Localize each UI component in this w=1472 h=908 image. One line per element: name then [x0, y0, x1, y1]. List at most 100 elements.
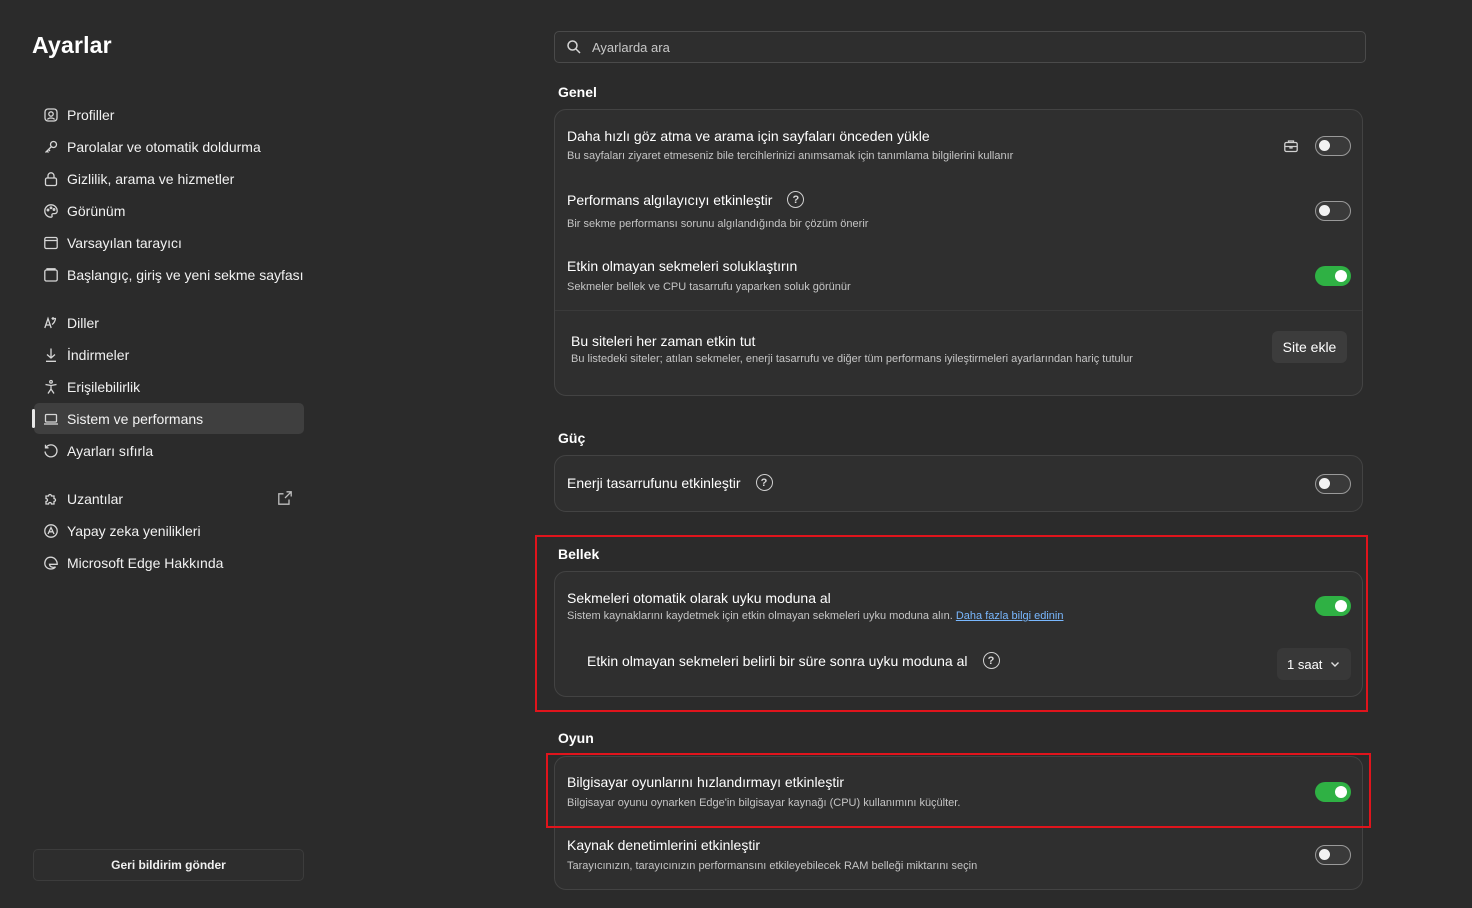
- sidebar: Ayarlar Profiller Parolalar ve otomatik …: [0, 0, 320, 908]
- toggle-knob: [1319, 849, 1330, 860]
- fade-tabs-title: Etkin olmayan sekmeleri soluklaştırın: [567, 258, 798, 274]
- sleep-after-value: 1 saat: [1287, 656, 1323, 672]
- sleep-after-title: Etkin olmayan sekmeleri belirli bir süre…: [587, 652, 968, 669]
- preload-title: Daha hızlı göz atma ve arama için sayfal…: [567, 128, 930, 144]
- sidebar-item-privacy[interactable]: Gizlilik, arama ve hizmetler: [34, 163, 304, 194]
- energy-saver-row-title: Enerji tasarrufunu etkinleştir ?: [567, 474, 773, 491]
- perf-detector-title: Performans algılayıcıyı etkinleştir: [567, 191, 773, 208]
- sidebar-item-about[interactable]: Microsoft Edge Hakkında: [34, 547, 304, 578]
- section-title-gaming: Oyun: [558, 730, 594, 746]
- sidebar-item-downloads[interactable]: İndirmeler: [34, 339, 304, 370]
- send-feedback-button[interactable]: Geri bildirim gönder: [33, 849, 304, 881]
- key-icon: [42, 138, 60, 156]
- edge-icon: [42, 554, 60, 572]
- sidebar-item-startup[interactable]: Başlangıç, giriş ve yeni sekme sayfası: [34, 259, 304, 290]
- section-title-general: Genel: [558, 84, 597, 100]
- always-active-title: Bu siteleri her zaman etkin tut: [571, 333, 756, 349]
- sidebar-item-label: Profiller: [67, 106, 115, 123]
- perf-detector-toggle[interactable]: [1315, 201, 1351, 221]
- sidebar-item-label: Varsayılan tarayıcı: [67, 234, 182, 251]
- sleeping-tabs-toggle[interactable]: [1315, 596, 1351, 616]
- pc-gaming-desc: Bilgisayar oyunu oynarken Edge'in bilgis…: [567, 797, 961, 809]
- profile-icon: [42, 106, 60, 124]
- sidebar-item-reset[interactable]: Ayarları sıfırla: [34, 435, 304, 466]
- active-indicator: [32, 409, 35, 428]
- download-icon: [42, 346, 60, 364]
- home-tabs-icon: [42, 266, 60, 284]
- perf-detector-row-title: Performans algılayıcıyı etkinleştir ?: [567, 191, 805, 208]
- reset-icon: [42, 442, 60, 460]
- toggle-knob: [1319, 205, 1330, 216]
- browser-icon: [42, 234, 60, 252]
- ai-icon: [42, 522, 60, 540]
- resource-controls-desc: Tarayıcınızın, tarayıcınızın performansı…: [567, 860, 978, 872]
- language-icon: [42, 314, 60, 332]
- puzzle-icon: [42, 490, 60, 508]
- learn-more-link[interactable]: Daha fazla bilgi edinin: [956, 610, 1064, 622]
- sidebar-item-profiles[interactable]: Profiller: [34, 99, 304, 130]
- divider: [555, 310, 1362, 311]
- sidebar-item-default-browser[interactable]: Varsayılan tarayıcı: [34, 227, 304, 258]
- sidebar-item-system-performance[interactable]: Sistem ve performans: [32, 403, 304, 434]
- sidebar-item-label: Başlangıç, giriş ve yeni sekme sayfası: [67, 266, 304, 283]
- sidebar-item-label: Ayarları sıfırla: [67, 442, 154, 459]
- energy-saver-title: Enerji tasarrufunu etkinleştir: [567, 474, 741, 491]
- fade-tabs-toggle[interactable]: [1315, 266, 1351, 286]
- search-box[interactable]: [554, 31, 1366, 63]
- preload-toggle[interactable]: [1315, 136, 1351, 156]
- sidebar-item-appearance[interactable]: Görünüm: [34, 195, 304, 226]
- sidebar-item-ai[interactable]: Yapay zeka yenilikleri: [34, 515, 304, 546]
- laptop-icon: [42, 410, 60, 428]
- sidebar-item-label: Uzantılar: [67, 490, 124, 507]
- sidebar-item-languages[interactable]: Diller: [34, 307, 304, 338]
- briefcase-icon: [1283, 138, 1299, 154]
- sleeping-tabs-desc-row: Sistem kaynaklarını kaydetmek için etkin…: [567, 610, 1064, 622]
- energy-saver-toggle[interactable]: [1315, 474, 1351, 494]
- sidebar-item-label: Sistem ve performans: [67, 410, 204, 427]
- perf-detector-desc: Bir sekme performansı sorunu algılandığı…: [567, 218, 869, 230]
- toggle-knob: [1335, 600, 1347, 612]
- help-icon[interactable]: ?: [787, 191, 805, 208]
- sidebar-item-label: Görünüm: [67, 202, 126, 219]
- toggle-knob: [1335, 786, 1347, 798]
- sleeping-tabs-desc: Sistem kaynaklarını kaydetmek için etkin…: [567, 610, 953, 622]
- sleep-after-row-title: Etkin olmayan sekmeleri belirli bir süre…: [587, 652, 1000, 669]
- sidebar-item-label: Parolalar ve otomatik doldurma: [67, 138, 261, 155]
- add-site-button[interactable]: Site ekle: [1272, 331, 1347, 363]
- toggle-knob: [1335, 270, 1347, 282]
- always-active-desc: Bu listedeki siteler; atılan sekmeler, e…: [571, 353, 1133, 365]
- sidebar-item-passwords[interactable]: Parolalar ve otomatik doldurma: [34, 131, 304, 162]
- sidebar-item-extensions[interactable]: Uzantılar: [34, 483, 304, 514]
- sidebar-item-label: Yapay zeka yenilikleri: [67, 522, 201, 539]
- toggle-knob: [1319, 478, 1330, 489]
- preload-desc: Bu sayfaları ziyaret etmeseniz bile terc…: [567, 150, 1014, 162]
- sidebar-item-label: Erişilebilirlik: [67, 378, 141, 395]
- sidebar-item-label: Diller: [67, 314, 99, 331]
- highlight-box-gaming: [546, 753, 1371, 828]
- external-link-icon[interactable]: [277, 490, 294, 507]
- chevron-down-icon: [1331, 662, 1340, 667]
- help-icon[interactable]: ?: [982, 652, 1000, 669]
- sidebar-item-label: Gizlilik, arama ve hizmetler: [67, 170, 235, 187]
- section-title-power: Güç: [558, 430, 586, 446]
- search-input[interactable]: [590, 38, 1290, 56]
- accessibility-icon: [42, 378, 60, 396]
- sidebar-item-label: İndirmeler: [67, 346, 130, 363]
- sidebar-item-accessibility[interactable]: Erişilebilirlik: [34, 371, 304, 402]
- pc-gaming-title: Bilgisayar oyunlarını hızlandırmayı etki…: [567, 774, 845, 790]
- sidebar-item-label: Microsoft Edge Hakkında: [67, 554, 224, 571]
- search-icon: [567, 40, 581, 54]
- app-title: Ayarlar: [32, 32, 112, 58]
- lock-icon: [42, 170, 60, 188]
- sleep-after-dropdown[interactable]: 1 saat: [1277, 648, 1351, 680]
- section-title-memory: Bellek: [558, 546, 600, 562]
- sleeping-tabs-title: Sekmeleri otomatik olarak uyku moduna al: [567, 590, 831, 606]
- resource-controls-toggle[interactable]: [1315, 845, 1351, 865]
- fade-tabs-desc: Sekmeler bellek ve CPU tasarrufu yaparke…: [567, 281, 851, 293]
- palette-icon: [42, 202, 60, 220]
- toggle-knob: [1319, 140, 1330, 151]
- resource-controls-title: Kaynak denetimlerini etkinleştir: [567, 837, 760, 853]
- pc-gaming-toggle[interactable]: [1315, 782, 1351, 802]
- help-icon[interactable]: ?: [755, 474, 773, 491]
- settings-page: Ayarlar Profiller Parolalar ve otomatik …: [0, 0, 1472, 908]
